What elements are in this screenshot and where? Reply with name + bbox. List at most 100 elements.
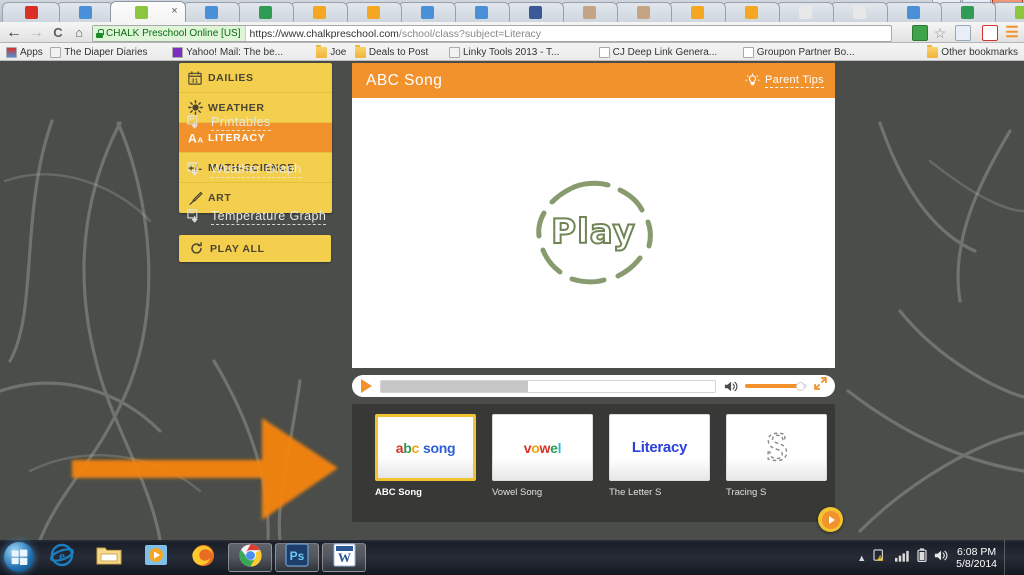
- amazon-icon: [745, 6, 758, 19]
- chrome-menu-icon[interactable]: ☰: [1004, 25, 1020, 41]
- browser-tab-blank-tab-2[interactable]: [830, 2, 888, 22]
- browser-tab-person-tab-2[interactable]: [614, 2, 672, 22]
- volume-slider[interactable]: [745, 384, 807, 388]
- subject-menu: 31DAILIESWEATHERAALITERACY+/-MATH-SCIENC…: [179, 63, 332, 213]
- browser-tab-facebook-tab[interactable]: [506, 2, 564, 22]
- browser-tab-money-tab[interactable]: [938, 2, 996, 22]
- download-link-weather-graph[interactable]: Weather Graph: [187, 162, 301, 178]
- amazon-icon: [691, 6, 704, 19]
- signal-bars-icon[interactable]: [895, 549, 910, 567]
- play-all-button[interactable]: PLAY ALL: [179, 235, 331, 262]
- folder-icon: [355, 47, 366, 58]
- amazon-icon: [367, 6, 380, 19]
- home-icon[interactable]: ⌂: [71, 25, 87, 41]
- browser-tab-loading-tab[interactable]: [884, 2, 942, 22]
- reload-icon[interactable]: C: [50, 25, 66, 41]
- bookmark-star-icon[interactable]: ☆: [932, 25, 948, 41]
- folder-explorer-icon: [96, 544, 122, 571]
- volume-knob[interactable]: [796, 382, 805, 391]
- lesson-header: ABC Song Parent Tips: [352, 63, 835, 98]
- bookmark-yahoo-mail-the-be[interactable]: Yahoo! Mail: The be...: [172, 45, 283, 59]
- browser-tab-doc-tab-2[interactable]: [398, 2, 456, 22]
- network-warning-icon[interactable]: [873, 549, 888, 567]
- download-link-printables[interactable]: Printables: [187, 115, 271, 131]
- bookmark-label: Yahoo! Mail: The be...: [186, 47, 283, 58]
- bookmark-linky-tools-2013-t[interactable]: Linky Tools 2013 - T...: [449, 45, 559, 59]
- play-triangle-icon[interactable]: [361, 379, 372, 393]
- bookmark-label: CJ Deep Link Genera...: [613, 47, 718, 58]
- playlist-item-abc-song[interactable]: abcsongABC Song: [375, 414, 476, 522]
- sidebar-item-label: WEATHER: [208, 102, 265, 114]
- person-icon: [583, 6, 596, 19]
- parent-tips-button[interactable]: Parent Tips: [745, 73, 824, 88]
- thumbnail-art: vowel: [524, 440, 561, 456]
- browser-tab-drive-tab[interactable]: [182, 2, 240, 22]
- browser-tab-doc-tab[interactable]: [56, 2, 114, 22]
- browser-tab-gmail-tab[interactable]: [2, 2, 60, 22]
- bookmark-label: Apps: [20, 47, 43, 58]
- sidebar-item-label: ART: [208, 192, 231, 204]
- progress-bar[interactable]: [380, 380, 716, 393]
- security-badge: CHALK Preschool Online [US]: [93, 26, 246, 41]
- playlist-thumbnail: abcsong: [375, 414, 476, 481]
- taskbar-item-google-chrome[interactable]: [228, 543, 272, 572]
- speaker-icon[interactable]: [724, 380, 739, 393]
- taskbar-item-internet-explorer[interactable]: e: [40, 543, 84, 572]
- next-lesson-button[interactable]: [818, 507, 843, 532]
- extension-green-icon[interactable]: [912, 25, 928, 41]
- back-icon[interactable]: ←: [6, 25, 22, 41]
- windows-taskbar: e Ps W ▲ 6:08 PM 5/8/2014: [0, 540, 1024, 575]
- video-stage[interactable]: Play: [352, 98, 835, 368]
- aa-letters-icon: AA: [188, 131, 208, 145]
- bookmark-the-diaper-diaries[interactable]: The Diaper Diaries: [50, 45, 147, 59]
- sidebar-item-label: LITERACY: [208, 132, 265, 144]
- bookmark-cj-deep-link-genera[interactable]: CJ Deep Link Genera...: [599, 45, 718, 59]
- browser-tab-blank-tab[interactable]: [776, 2, 834, 22]
- volume-tray-icon[interactable]: [934, 549, 949, 567]
- taskbar-item-firefox[interactable]: [181, 543, 225, 572]
- playlist-tray: abcsongABC SongvowelVowel SongLiteracyTh…: [352, 404, 835, 522]
- folder-icon: [927, 47, 938, 58]
- taskbar-item-photoshop[interactable]: Ps: [275, 543, 319, 572]
- word-icon: W: [333, 543, 356, 572]
- taskbar-item-windows-explorer[interactable]: [87, 543, 131, 572]
- extension-check-icon[interactable]: [982, 25, 998, 41]
- playlist-item-vowel-song[interactable]: vowelVowel Song: [492, 414, 593, 522]
- browser-tab-cp-tab[interactable]: [992, 2, 1024, 22]
- browser-tab-chalk-tab[interactable]: ×: [110, 1, 186, 22]
- browser-tab-amazon-tab-2[interactable]: [344, 2, 402, 22]
- browser-tab-doc-tab-3[interactable]: [452, 2, 510, 22]
- fullscreen-icon[interactable]: [814, 377, 827, 395]
- browser-tab-amazon-tab-3[interactable]: [668, 2, 726, 22]
- browser-tab-amazon-tab[interactable]: [290, 2, 348, 22]
- taskbar-clock[interactable]: 6:08 PM 5/8/2014: [956, 546, 997, 570]
- close-tab-icon[interactable]: ×: [169, 6, 180, 17]
- battery-icon[interactable]: [917, 548, 927, 567]
- bookmark-joe[interactable]: Joe: [316, 45, 346, 59]
- browser-tab-sheets-tab[interactable]: [236, 2, 294, 22]
- bookmark-groupon-partner-bo[interactable]: Groupon Partner Bo...: [743, 45, 855, 59]
- bookmark-apps[interactable]: Apps: [6, 45, 43, 59]
- download-link-temperature-graph[interactable]: Temperature Graph: [187, 209, 326, 225]
- amazon-icon: [313, 6, 326, 19]
- play-button[interactable]: Play: [524, 178, 664, 288]
- chevron-up-icon[interactable]: ▲: [857, 553, 866, 563]
- forward-icon[interactable]: →: [28, 25, 44, 41]
- taskbar-item-microsoft-word[interactable]: W: [322, 543, 366, 572]
- playlist-item-the-letter-s[interactable]: LiteracyThe Letter S: [609, 414, 710, 522]
- windows-start-orb[interactable]: [4, 542, 34, 572]
- bookmark-deals-to-post[interactable]: Deals to Post: [355, 45, 428, 59]
- sidebar-item-dailies[interactable]: 31DAILIES: [179, 63, 332, 93]
- playlist-item-tracing-s[interactable]: STracing S: [726, 414, 827, 522]
- playlist-thumbnail: vowel: [492, 414, 593, 481]
- taskbar-item-windows-media-player[interactable]: [134, 543, 178, 572]
- svg-text:S: S: [766, 424, 788, 468]
- extension-blue-icon[interactable]: [955, 25, 971, 41]
- other-bookmarks-folder[interactable]: Other bookmarks: [927, 45, 1018, 59]
- yahoo-mail-icon: [172, 47, 183, 58]
- show-desktop-button[interactable]: [1004, 540, 1012, 575]
- browser-tab-person-tab[interactable]: [560, 2, 618, 22]
- address-bar[interactable]: CHALK Preschool Online [US] https://www.…: [92, 25, 892, 42]
- clock-time: 6:08 PM: [956, 546, 997, 558]
- browser-tab-amazon-tab-4[interactable]: [722, 2, 780, 22]
